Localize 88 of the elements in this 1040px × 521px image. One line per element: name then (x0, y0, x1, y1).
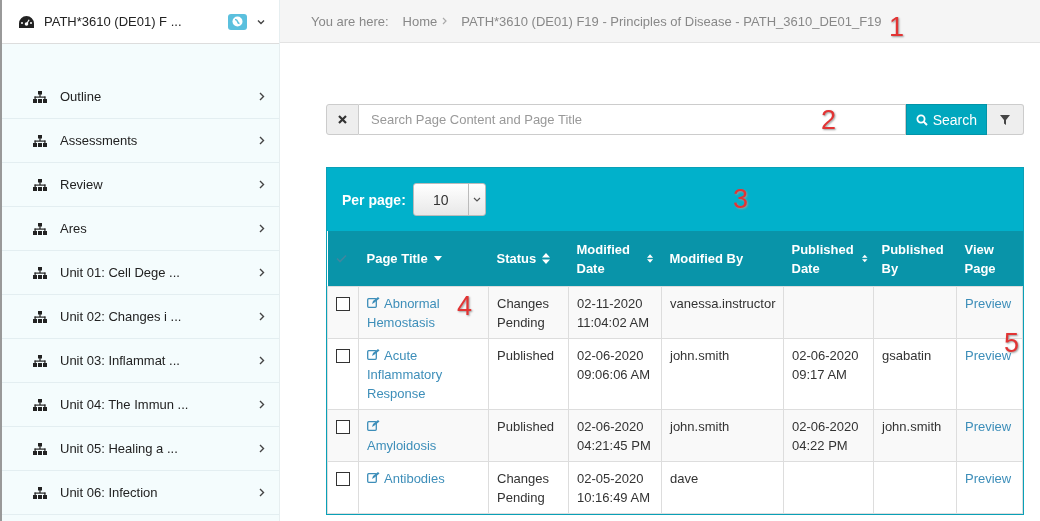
sort-down-icon (433, 256, 442, 261)
sidebar-item[interactable]: Ares (2, 207, 279, 251)
chevron-icon (259, 180, 265, 189)
preview-link[interactable]: Preview (965, 471, 1012, 486)
preview-link[interactable]: Preview (965, 419, 1012, 434)
sort-icon (542, 253, 551, 264)
row-checkbox[interactable] (336, 420, 350, 434)
sidebar-item[interactable]: Unit 06: Infection (2, 471, 279, 515)
status-text: Changes Pending (497, 296, 550, 330)
sidebar-item[interactable]: Review (2, 163, 279, 207)
chevron-icon (259, 400, 265, 409)
sidebar-item[interactable]: Unit 05: Healing a ... (2, 427, 279, 471)
annotation-number: 3 (733, 184, 749, 215)
course-selector[interactable]: PATH*3610 (DE01) F ... (2, 0, 279, 44)
column-header: Published By (881, 240, 945, 278)
sitemap-icon (33, 442, 47, 455)
chevron-icon (259, 92, 265, 101)
date-text: 02-06-2020 04:22 PM (792, 419, 859, 453)
date-text: 02-06-2020 09:17 AM (792, 348, 859, 382)
status-text: Published (497, 419, 555, 434)
chevron-icon (259, 136, 265, 145)
caret-icon (472, 197, 481, 202)
dashboard-icon (19, 15, 34, 28)
edit-icon (367, 420, 380, 431)
sitemap-icon (33, 266, 47, 279)
edit-icon (367, 349, 380, 360)
breadcrumb-link[interactable]: PATH*3610 (DE01) F19 - Principles of Disease - PATH_3610_DE01_F19 (461, 13, 882, 29)
search-button[interactable]: Search (905, 104, 987, 135)
filter-button[interactable] (987, 104, 1024, 135)
edit-icon (367, 297, 380, 308)
date-text: 02-06-2020 04:21:45 PM (577, 419, 651, 453)
clear-button[interactable] (326, 104, 359, 135)
user-name: john.smith (882, 419, 942, 434)
annotation-number: 4 (457, 291, 473, 322)
preview-link[interactable]: Preview (965, 296, 1012, 311)
user-name: dave (670, 471, 699, 486)
chevron-icon (259, 268, 265, 277)
row-checkbox[interactable] (336, 349, 350, 363)
sitemap-icon (33, 354, 47, 367)
check-icon (335, 254, 347, 263)
chevron-icon (442, 17, 448, 25)
sort-icon (862, 253, 868, 264)
breadcrumb-link[interactable]: Home (402, 13, 438, 29)
sort-icon (647, 253, 654, 264)
sitemap-icon (33, 398, 47, 411)
date-text: 02-05-2020 10:16:49 AM (577, 471, 650, 505)
filter-icon (1000, 114, 1010, 125)
sitemap-icon (33, 178, 47, 191)
chevron-icon (259, 356, 265, 365)
date-text: 02-06-2020 09:06:06 AM (577, 348, 650, 382)
sidebar-item[interactable]: Unit 03: Inflammat ... (2, 339, 279, 383)
close-icon (338, 115, 347, 124)
caret-icon (257, 18, 265, 25)
chevron-icon (259, 444, 265, 453)
user-name: gsabatin (882, 348, 932, 363)
user-name: john.smith (670, 348, 730, 363)
edit-icon (367, 472, 380, 483)
sidebar-item[interactable]: Unit 04: The Immun ... (2, 383, 279, 427)
sitemap-icon (33, 134, 47, 147)
user-name: john.smith (670, 419, 730, 434)
column-header: Modified By (669, 250, 744, 268)
sitemap-icon (33, 90, 47, 103)
date-text: 02-11-2020 11:04:02 AM (577, 296, 650, 330)
page-title-link[interactable]: Abnormal Hemostasis (367, 294, 449, 332)
sitemap-icon (33, 486, 47, 499)
user-name: vanessa.instructor (670, 296, 776, 311)
row-checkbox[interactable] (336, 472, 350, 486)
per-page-select[interactable]: 10 (412, 183, 486, 216)
chevron-icon (259, 488, 265, 497)
row-checkbox[interactable] (336, 297, 350, 311)
column-header[interactable]: Page Title (366, 249, 442, 268)
sitemap-icon (33, 222, 47, 235)
search-icon (915, 113, 928, 126)
status-text: Changes Pending (497, 471, 550, 505)
chevron-icon (259, 312, 265, 321)
column-header: View Page (964, 240, 997, 278)
chevron-icon (259, 224, 265, 233)
status-text: Published (497, 348, 555, 363)
sitemap-icon (33, 310, 47, 323)
sidebar-item[interactable]: Assessments (2, 119, 279, 163)
annotation-number: 1 (889, 12, 905, 43)
course-title: PATH*3610 (DE01) F ... (44, 14, 183, 29)
per-page-label: Per page: (342, 191, 406, 208)
sidebar-item[interactable]: Unit 01: Cell Dege ... (2, 251, 279, 295)
sidebar-item[interactable]: Unit 02: Changes i ... (2, 295, 279, 339)
sidebar-item[interactable]: Outline (2, 75, 279, 119)
annotation-number: 2 (821, 105, 837, 136)
breadcrumb-label: You are here: (311, 13, 389, 29)
